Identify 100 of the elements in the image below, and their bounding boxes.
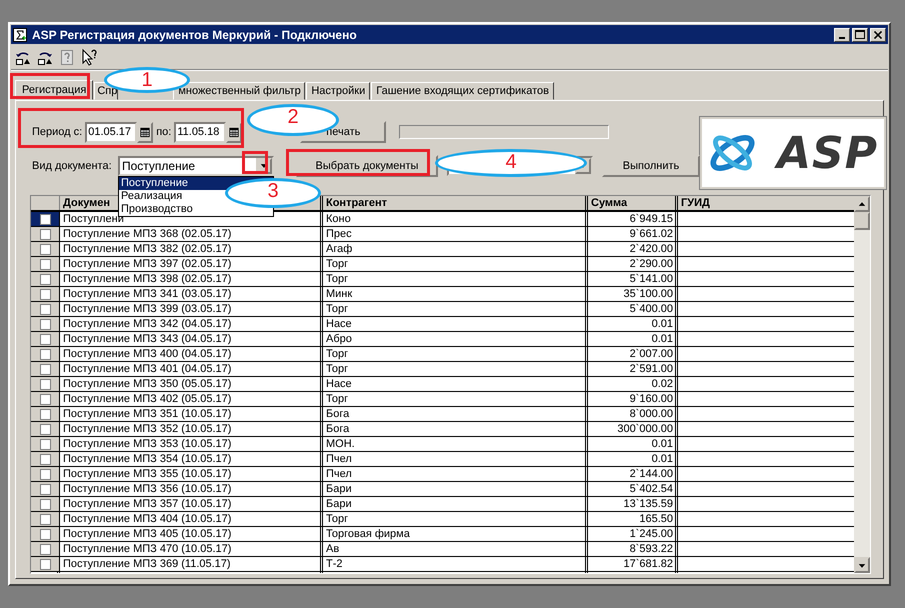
row-selector[interactable]: [31, 407, 60, 421]
run-button[interactable]: Выполнить: [602, 155, 700, 177]
checkbox[interactable]: [40, 288, 50, 300]
calendar-icon: [139, 125, 152, 139]
calendar-icon: [228, 125, 240, 139]
table-cell: Торг: [323, 347, 588, 361]
table-cell: Насе: [323, 317, 588, 331]
table-cell: 2`420.00: [588, 242, 678, 256]
scroll-down-button[interactable]: [854, 557, 870, 573]
checkbox[interactable]: [40, 424, 50, 434]
checkbox[interactable]: [40, 558, 50, 570]
table-cell: 0.02: [588, 377, 678, 391]
checkbox[interactable]: [40, 394, 50, 404]
checkbox[interactable]: [40, 244, 50, 254]
row-selector[interactable]: [31, 377, 60, 391]
table-cell: МОН.: [323, 437, 588, 451]
table-cell: Пчел: [323, 452, 588, 466]
maximize-icon: [855, 30, 865, 39]
checkbox[interactable]: [40, 348, 50, 360]
row-selector[interactable]: [31, 467, 60, 481]
table-cell: Пчел: [323, 467, 588, 481]
row-selector[interactable]: [31, 212, 60, 226]
table-cell: Торг: [323, 362, 588, 376]
table-cell: Торг: [323, 257, 588, 271]
scroll-up-button[interactable]: [854, 196, 870, 212]
date-field[interactable]: 11.05.18: [174, 122, 226, 142]
close-button[interactable]: [870, 28, 886, 42]
maximize-button[interactable]: [852, 28, 868, 42]
checkbox[interactable]: [40, 544, 50, 554]
checkbox[interactable]: [40, 228, 50, 240]
table-cell: 5`402.54: [588, 482, 678, 496]
table-cell: 5`141.00: [588, 272, 678, 286]
tab[interactable]: множественный фильтр: [173, 82, 306, 100]
checkbox[interactable]: [40, 498, 50, 510]
row-selector[interactable]: [31, 272, 60, 286]
table-cell: 9`160.00: [588, 392, 678, 406]
table-cell: Торг: [323, 512, 588, 526]
row-selector[interactable]: [31, 317, 60, 331]
checkbox[interactable]: [40, 334, 50, 344]
app-icon: [13, 28, 27, 42]
row-selector[interactable]: [31, 482, 60, 496]
close-icon: [874, 30, 882, 38]
minimize-button[interactable]: [834, 28, 850, 42]
row-selector[interactable]: [31, 287, 60, 301]
table-cell: 0.01: [588, 332, 678, 346]
table-cell: 0.01: [588, 452, 678, 466]
calendar-button[interactable]: [226, 122, 242, 142]
checkbox[interactable]: [40, 258, 50, 270]
row-selector[interactable]: [31, 302, 60, 316]
row-selector[interactable]: [31, 227, 60, 241]
row-selector[interactable]: [31, 437, 60, 451]
row-selector[interactable]: [31, 392, 60, 406]
table-cell: 8`000.00: [588, 407, 678, 421]
checkbox[interactable]: [40, 484, 50, 494]
row-selector[interactable]: [31, 242, 60, 256]
checkbox[interactable]: [40, 214, 50, 224]
checkbox[interactable]: [40, 274, 50, 284]
tab[interactable]: Настройки: [306, 82, 370, 100]
row-selector[interactable]: [31, 542, 60, 556]
row-selector[interactable]: [31, 452, 60, 466]
scroll-thumb[interactable]: [854, 212, 870, 230]
period-label: Период с:: [32, 126, 82, 138]
row-selector[interactable]: [31, 257, 60, 271]
table-cell: 0.01: [588, 437, 678, 451]
row-selector[interactable]: [31, 557, 60, 571]
checkbox[interactable]: [40, 364, 50, 374]
table-cell: 0.01: [588, 317, 678, 331]
table-cell: 9`661.02: [588, 227, 678, 241]
checkbox[interactable]: [40, 438, 50, 450]
checkbox[interactable]: [40, 304, 50, 314]
tab[interactable]: Гашение входящих сертификатов: [371, 82, 554, 100]
row-selector[interactable]: [31, 527, 60, 541]
checkbox[interactable]: [40, 454, 50, 464]
checkbox[interactable]: [40, 378, 50, 390]
calendar-button[interactable]: [137, 122, 154, 142]
row-selector[interactable]: [31, 422, 60, 436]
date-field[interactable]: 01.05.17: [85, 122, 138, 142]
checkbox[interactable]: [40, 468, 50, 480]
row-selector[interactable]: [31, 347, 60, 361]
table-cell: Насе: [323, 377, 588, 391]
row-selector[interactable]: [31, 512, 60, 526]
table-cell: 13`135.59: [588, 497, 678, 511]
highlight-frame: [242, 151, 268, 174]
table-cell: Торговая фирма: [323, 527, 588, 541]
table-cell: 1`245.00: [588, 527, 678, 541]
checkbox[interactable]: [40, 514, 50, 524]
checkbox[interactable]: [40, 408, 50, 420]
row-selector[interactable]: [31, 332, 60, 346]
table-cell: 2`007.00: [588, 347, 678, 361]
checkbox[interactable]: [40, 528, 50, 540]
table-cell: 35`100.00: [588, 287, 678, 301]
table-cell: Абро: [323, 332, 588, 346]
row-selector[interactable]: [31, 362, 60, 376]
scrollbar[interactable]: [854, 196, 870, 573]
column-header: Контрагент: [323, 196, 588, 210]
checkbox[interactable]: [40, 318, 50, 330]
table-cell: 8`593.22: [588, 542, 678, 556]
minimize-icon: [839, 37, 845, 39]
row-selector[interactable]: [31, 497, 60, 511]
table-cell: Торг: [323, 302, 588, 316]
